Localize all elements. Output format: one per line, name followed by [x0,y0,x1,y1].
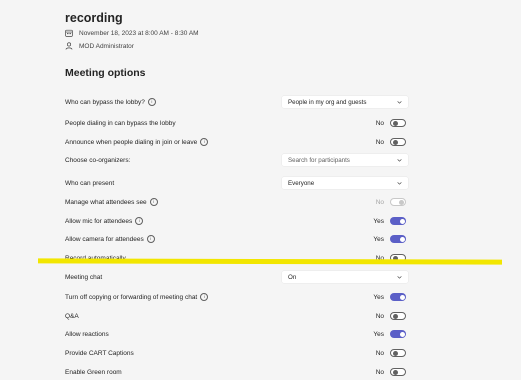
chevron-down-icon [397,181,402,185]
option-allow-mic: Allow mic for attendees i Yes [65,213,408,229]
option-label: Who can bypass the lobby? [65,98,145,106]
option-co-organizers: Choose co-organizers: Search for partici… [65,152,408,168]
option-qa: Q&A No [65,308,408,324]
meeting-organizer-row: MOD Administrator [65,42,134,50]
option-dial-in-bypass: People dialing in can bypass the lobby N… [65,115,408,131]
option-label: Provide CART Captions [65,349,134,357]
chevron-down-icon [397,100,402,104]
person-icon [65,42,73,50]
toggle-state: Yes [373,330,384,338]
allow-reactions-toggle[interactable] [390,330,406,338]
meeting-chat-dropdown[interactable]: On [282,271,408,283]
toggle-state: No [375,312,384,320]
who-can-present-dropdown[interactable]: Everyone [282,177,408,189]
option-label: Allow camera for attendees [65,235,144,243]
toggle-state: Yes [373,217,384,225]
toggle-state: No [375,138,384,146]
allow-mic-toggle[interactable] [390,217,406,225]
meeting-title: recording [65,11,123,25]
option-cart-captions: Provide CART Captions No [65,345,408,361]
option-bypass-lobby: Who can bypass the lobby? i People in my… [65,94,408,110]
option-label: Meeting chat [65,273,103,281]
info-icon[interactable]: i [147,98,156,106]
dial-in-bypass-toggle[interactable] [390,119,406,127]
dropdown-value: Everyone [288,179,315,187]
announce-toggle[interactable] [390,138,406,146]
info-icon[interactable]: i [135,217,144,225]
meeting-datetime-row: November 18, 2023 at 8:00 AM - 8:30 AM [65,29,199,37]
option-label: Q&A [65,312,79,320]
calendar-icon [65,29,73,37]
option-label: Allow reactions [65,330,109,338]
option-label: Turn off copying or forwarding of meetin… [65,293,198,301]
toggle-state: No [375,119,384,127]
option-who-can-present: Who can present Everyone [65,175,408,191]
toggle-state: Yes [373,235,384,243]
info-icon[interactable]: i [200,138,209,146]
option-label: Enable Green room [65,368,122,376]
toggle-state: No [375,198,384,206]
chevron-down-icon [397,158,402,162]
qa-toggle[interactable] [390,312,406,320]
option-label: People dialing in can bypass the lobby [65,119,176,127]
toggle-state: No [375,368,384,376]
turn-off-copying-toggle[interactable] [390,293,406,301]
option-manage-what-attendees-see: Manage what attendees see i No [65,194,408,210]
toggle-state: No [375,349,384,357]
meeting-datetime: November 18, 2023 at 8:00 AM - 8:30 AM [79,29,199,37]
bypass-lobby-dropdown[interactable]: People in my org and guests [282,96,408,108]
option-meeting-chat: Meeting chat On [65,269,408,285]
manage-see-toggle [390,198,406,206]
section-title: Meeting options [65,67,146,79]
search-placeholder: Search for participants [288,156,350,164]
option-green-room: Enable Green room No [65,364,408,380]
info-icon[interactable]: i [149,198,158,206]
dropdown-value: People in my org and guests [288,98,367,106]
option-turn-off-copying: Turn off copying or forwarding of meetin… [65,289,408,305]
option-label: Manage what attendees see [65,198,147,206]
option-allow-camera: Allow camera for attendees i Yes [65,231,408,247]
toggle-state: Yes [373,293,384,301]
option-label: Choose co-organizers: [65,156,131,164]
dropdown-value: On [288,273,297,281]
allow-camera-toggle[interactable] [390,235,406,243]
meeting-organizer: MOD Administrator [79,42,134,50]
option-announce: Announce when people dialing in join or … [65,134,408,150]
chevron-down-icon [397,275,402,279]
info-icon[interactable]: i [146,235,155,243]
option-allow-reactions: Allow reactions Yes [65,326,408,342]
option-label: Announce when people dialing in join or … [65,138,198,146]
co-organizers-search[interactable]: Search for participants [282,154,408,166]
green-room-toggle[interactable] [390,368,406,376]
info-icon[interactable]: i [200,293,209,301]
option-label: Allow mic for attendees [65,217,133,225]
cart-captions-toggle[interactable] [390,349,406,357]
option-label: Who can present [65,179,115,187]
